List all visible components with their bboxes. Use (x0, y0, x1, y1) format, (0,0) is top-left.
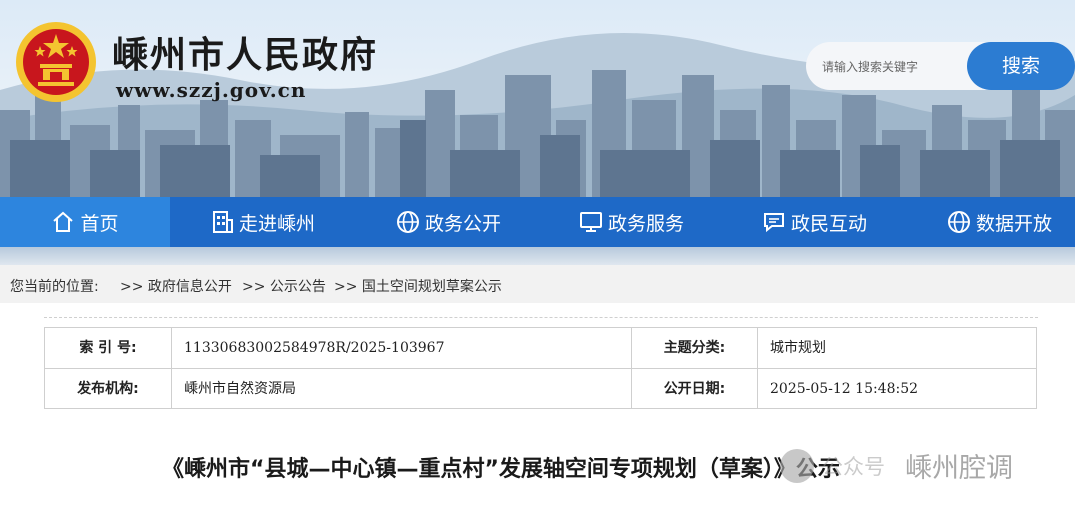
topic-label: 主题分类: (663, 340, 726, 356)
nav-item-label: 政务公开 (425, 212, 502, 235)
breadcrumb-label: 您当前的位置: (10, 279, 99, 295)
watermark-small-text: 公众号 (822, 454, 885, 479)
nav-item-gov-info[interactable]: 政务公开 (396, 197, 501, 247)
breadcrumb-link-gov-info[interactable]: >> 政府信息公开 (120, 276, 232, 296)
article-title: 《嵊州市“县城—中心镇—重点村”发展轴空间专项规划（草案）》公示 (162, 457, 840, 482)
nav-item-label: 政务服务 (608, 212, 685, 235)
publisher-value: 嵊州市自然资源局 (184, 381, 296, 397)
breadcrumb: 您当前的位置: >> 政府信息公开 >> 公示公告 >> 国土空间规划草案公示 (0, 265, 1075, 303)
nav-item-label: 政民互动 (791, 212, 868, 235)
nav-item-about[interactable]: 走进嵊州 (212, 197, 315, 247)
nav-shadow-strip (0, 247, 1075, 265)
national-emblem-icon (16, 22, 96, 102)
nav-item-label: 数据开放 (976, 212, 1053, 235)
breadcrumb-link-current[interactable]: >> 国土空间规划草案公示 (334, 276, 502, 296)
nav-item-gov-service[interactable]: 政务服务 (579, 197, 684, 247)
publisher-label: 发布机构: (77, 381, 139, 397)
monitor-icon (580, 212, 602, 232)
site-url: www.szzj.gov.cn (116, 78, 307, 102)
date-value: 2025-05-12 15:48:52 (770, 381, 919, 397)
watermark: 公众号 嵊州腔调 (780, 446, 1013, 485)
site-header: 嵊州市人民政府 www.szzj.gov.cn 搜索 (0, 0, 1075, 197)
index-label: 索 引 号: (79, 340, 137, 356)
main-nav: 首页 走进嵊州 政务公开 政务服务 政民互动 数据开放 (0, 197, 1075, 247)
nav-item-label: 首页 (80, 212, 119, 235)
site-title: 嵊州市人民政府 (112, 34, 379, 76)
chat-icon (764, 213, 784, 233)
watermark-text: 嵊州腔调 (905, 453, 1013, 484)
nav-item-home[interactable]: 首页 (0, 197, 170, 247)
info-table: 索 引 号: 11330683002584978R/2025-103967 主题… (44, 327, 1037, 409)
search-button[interactable]: 搜索 (967, 42, 1075, 90)
breadcrumb-link-notices[interactable]: >> 公示公告 (242, 276, 326, 296)
home-icon (53, 211, 74, 232)
topic-value: 城市规划 (770, 340, 826, 356)
date-label: 公开日期: (663, 381, 726, 397)
divider (44, 317, 1038, 318)
index-value: 11330683002584978R/2025-103967 (184, 340, 445, 356)
globe-icon (397, 211, 419, 233)
search-input[interactable] (820, 54, 984, 80)
nav-item-interaction[interactable]: 政民互动 (762, 197, 867, 247)
nav-item-label: 走进嵊州 (239, 212, 316, 235)
wechat-icon (780, 448, 814, 483)
building-icon (213, 211, 233, 233)
nav-item-open-data[interactable]: 数据开放 (947, 197, 1052, 247)
globe-icon (948, 211, 970, 233)
